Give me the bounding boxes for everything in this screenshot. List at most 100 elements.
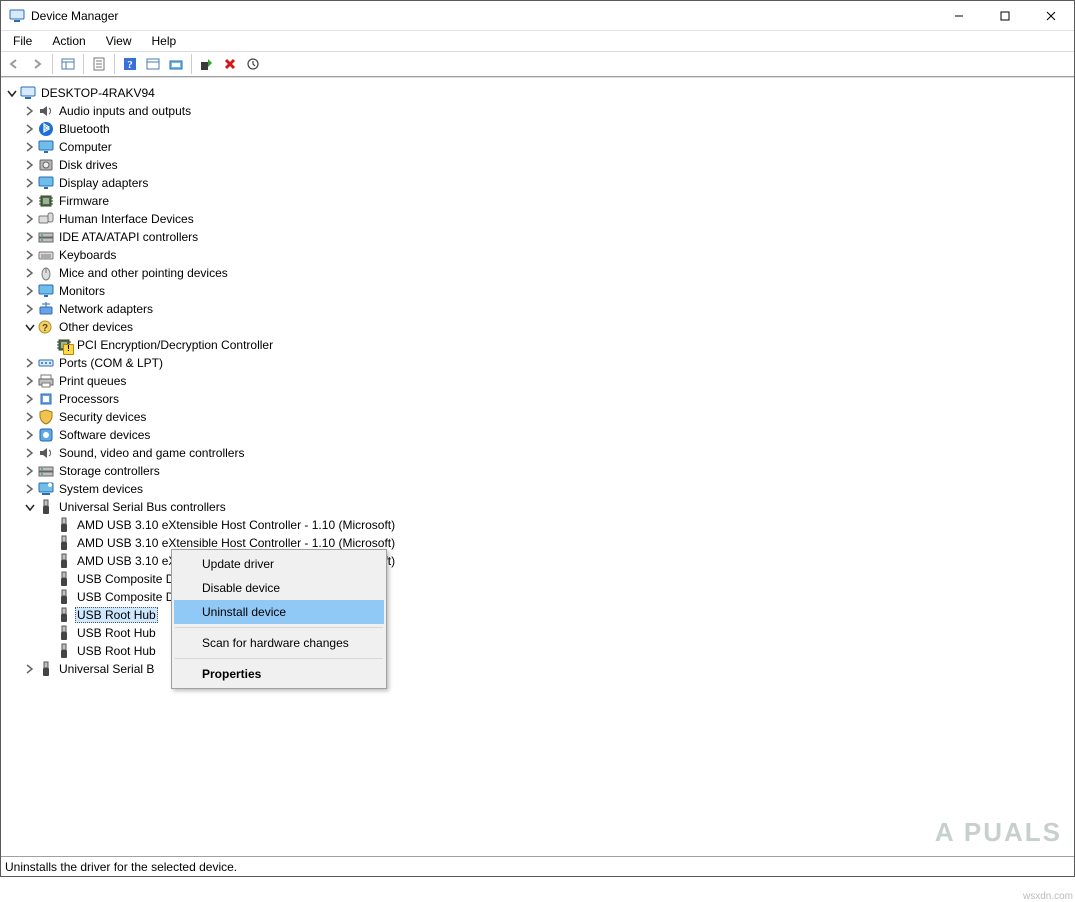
node-label: Firmware [57,194,111,208]
context-menu-item[interactable]: Uninstall device [174,600,384,624]
uninstall-device-button[interactable] [219,53,241,75]
expand-icon[interactable] [23,285,35,297]
device-tree[interactable]: DESKTOP-4RAKV94 Audio inputs and outputs… [1,77,1074,856]
tree-category-node[interactable]: IDE ATA/ATAPI controllers [23,228,1072,246]
expand-icon[interactable] [23,303,35,315]
cpu-icon [38,391,54,407]
expand-icon[interactable] [23,159,35,171]
minimize-button[interactable] [936,1,982,30]
tree-category-node[interactable]: Ports (COM & LPT) [23,354,1072,372]
tree-category-node[interactable]: Disk drives [23,156,1072,174]
maximize-button[interactable] [982,1,1028,30]
node-label: Software devices [57,428,152,442]
context-menu-item[interactable]: Scan for hardware changes [174,631,384,655]
tree-category-node[interactable]: Network adapters [23,300,1072,318]
tree-category-node[interactable]: Print queues [23,372,1072,390]
tree-device-node[interactable]: AMD USB 3.10 eXtensible Host Controller … [41,516,1072,534]
node-label: Mice and other pointing devices [57,266,230,280]
collapse-icon[interactable] [5,87,17,99]
context-menu-item[interactable]: Update driver [174,552,384,576]
tree-category-node[interactable]: Other devices [23,318,1072,336]
node-label: System devices [57,482,145,496]
help-button[interactable]: ? [119,53,141,75]
show-hide-tree-button[interactable] [57,53,79,75]
tree-category-node[interactable]: Computer [23,138,1072,156]
tree-category-node[interactable]: Storage controllers [23,462,1072,480]
tree-category-node[interactable]: Keyboards [23,246,1072,264]
tree-category-node[interactable]: Firmware [23,192,1072,210]
tree-category-node[interactable]: Audio inputs and outputs [23,102,1072,120]
expand-icon[interactable] [23,447,35,459]
expand-icon[interactable] [23,231,35,243]
bluetooth-icon [38,121,54,137]
scan-hardware-button[interactable] [242,53,264,75]
menu-view[interactable]: View [96,32,142,50]
expand-icon[interactable] [23,213,35,225]
expand-icon[interactable] [23,177,35,189]
expand-icon[interactable] [23,375,35,387]
source-credit: wsxdn.com [1023,891,1073,902]
tree-category-node[interactable]: Security devices [23,408,1072,426]
tree-category-node[interactable]: Bluetooth [23,120,1072,138]
storagectl-icon [38,229,54,245]
node-label: Keyboards [57,248,118,262]
watermark: A PUALS [935,817,1062,848]
expand-icon[interactable] [23,663,35,675]
expand-icon[interactable] [23,249,35,261]
menu-file[interactable]: File [3,32,42,50]
expand-icon[interactable] [23,357,35,369]
tree-category-node[interactable]: Processors [23,390,1072,408]
usb-icon [56,535,72,551]
tree-category-node[interactable]: Display adapters [23,174,1072,192]
node-label: Disk drives [57,158,120,172]
node-label: AMD USB 3.10 eXtensible Host Controller … [75,518,397,532]
context-menu-item[interactable]: Disable device [174,576,384,600]
node-label: Security devices [57,410,148,424]
usb-icon [56,589,72,605]
expand-icon[interactable] [23,123,35,135]
keyboard-icon [38,247,54,263]
menu-help[interactable]: Help [142,32,187,50]
collapse-icon[interactable] [23,501,35,513]
nav-back-button[interactable] [3,53,25,75]
printer-icon [38,373,54,389]
tree-category-node[interactable]: System devices [23,480,1072,498]
serial-icon [38,355,54,371]
expand-icon[interactable] [23,195,35,207]
properties-button[interactable] [88,53,110,75]
expand-icon[interactable] [23,465,35,477]
enable-device-button[interactable] [196,53,218,75]
tree-category-node[interactable]: Monitors [23,282,1072,300]
expand-icon[interactable] [23,105,35,117]
expand-icon[interactable] [23,411,35,423]
menu-bar: File Action View Help [1,31,1074,51]
expand-icon[interactable] [23,393,35,405]
collapse-icon[interactable] [23,321,35,333]
titlebar: Device Manager [1,1,1074,31]
nav-forward-button[interactable] [26,53,48,75]
expand-icon[interactable] [23,141,35,153]
tree-category-node[interactable]: Mice and other pointing devices [23,264,1072,282]
update-driver-button[interactable] [165,53,187,75]
node-label: USB Root Hub [75,626,156,640]
tree-category-node[interactable]: Universal Serial Bus controllers [23,498,1072,516]
disk-icon [38,157,54,173]
tree-category-node[interactable]: Software devices [23,426,1072,444]
tree-device-node[interactable]: PCI Encryption/Decryption Controller [41,336,1072,354]
node-label: USB Root Hub [75,644,156,658]
tree-root-node[interactable]: DESKTOP-4RAKV94 [5,84,1072,102]
tree-category-node[interactable]: Human Interface Devices [23,210,1072,228]
usb-icon [56,607,72,623]
expand-icon[interactable] [23,429,35,441]
expand-icon[interactable] [23,483,35,495]
node-label: Universal Serial Bus controllers [57,500,228,514]
refresh-button[interactable] [142,53,164,75]
expand-icon[interactable] [23,267,35,279]
node-label: Network adapters [57,302,155,316]
tree-category-node[interactable]: Sound, video and game controllers [23,444,1072,462]
menu-action[interactable]: Action [42,32,95,50]
system-icon [38,481,54,497]
context-menu-item[interactable]: Properties [174,662,384,686]
close-button[interactable] [1028,1,1074,30]
usb-icon [56,517,72,533]
